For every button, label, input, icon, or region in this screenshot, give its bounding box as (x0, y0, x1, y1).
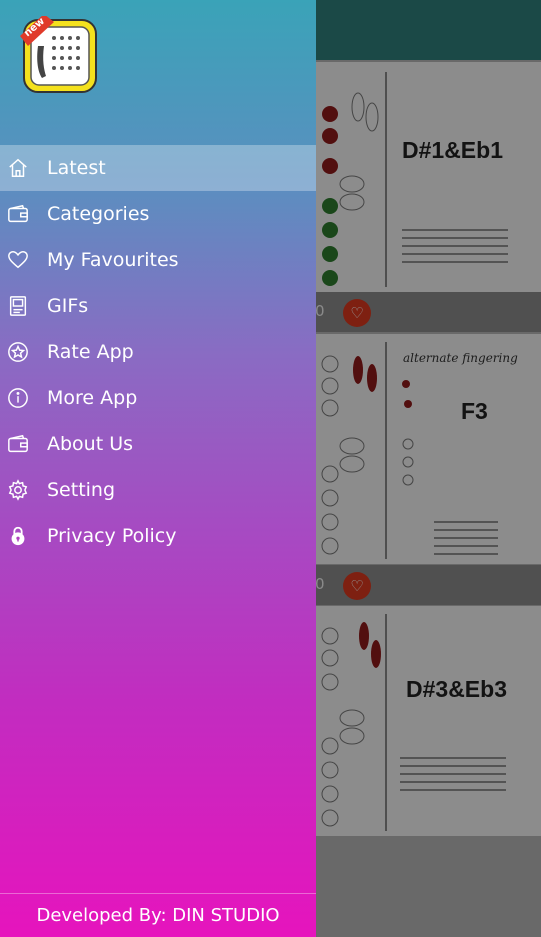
developer-credit: Developed By: DIN STUDIO (36, 905, 280, 926)
menu-item-rate-app[interactable]: Rate App (0, 329, 316, 375)
home-icon (6, 156, 30, 180)
wallet-icon (6, 432, 30, 456)
menu-label: More App (47, 387, 138, 409)
wallet-icon (6, 202, 30, 226)
menu-label: Categories (47, 203, 150, 225)
menu-label: Privacy Policy (47, 525, 177, 547)
menu-item-latest[interactable]: Latest (0, 145, 316, 191)
gif-file-icon (6, 294, 30, 318)
footer-divider (0, 893, 316, 894)
menu-label: About Us (47, 433, 134, 455)
menu-item-my-favourites[interactable]: My Favourites (0, 237, 316, 283)
menu-item-gifs[interactable]: GIFs (0, 283, 316, 329)
heart-icon (6, 248, 30, 272)
drawer-menu: Latest Categories My Favourites GIFs Rat… (0, 145, 316, 559)
menu-item-categories[interactable]: Categories (0, 191, 316, 237)
menu-label: Rate App (47, 341, 134, 363)
navigation-drawer: new Latest Categories My Favourites GIFs… (0, 0, 316, 937)
menu-item-setting[interactable]: Setting (0, 467, 316, 513)
menu-label: Setting (47, 479, 116, 501)
menu-label: GIFs (47, 295, 89, 317)
info-circle-icon (6, 386, 30, 410)
lock-icon (6, 524, 30, 548)
menu-label: Latest (47, 157, 106, 179)
star-circle-icon (6, 340, 30, 364)
menu-item-more-app[interactable]: More App (0, 375, 316, 421)
menu-label: My Favourites (47, 249, 179, 271)
gear-icon (6, 478, 30, 502)
menu-item-about-us[interactable]: About Us (0, 421, 316, 467)
menu-item-privacy-policy[interactable]: Privacy Policy (0, 513, 316, 559)
app-logo: new (20, 14, 97, 93)
